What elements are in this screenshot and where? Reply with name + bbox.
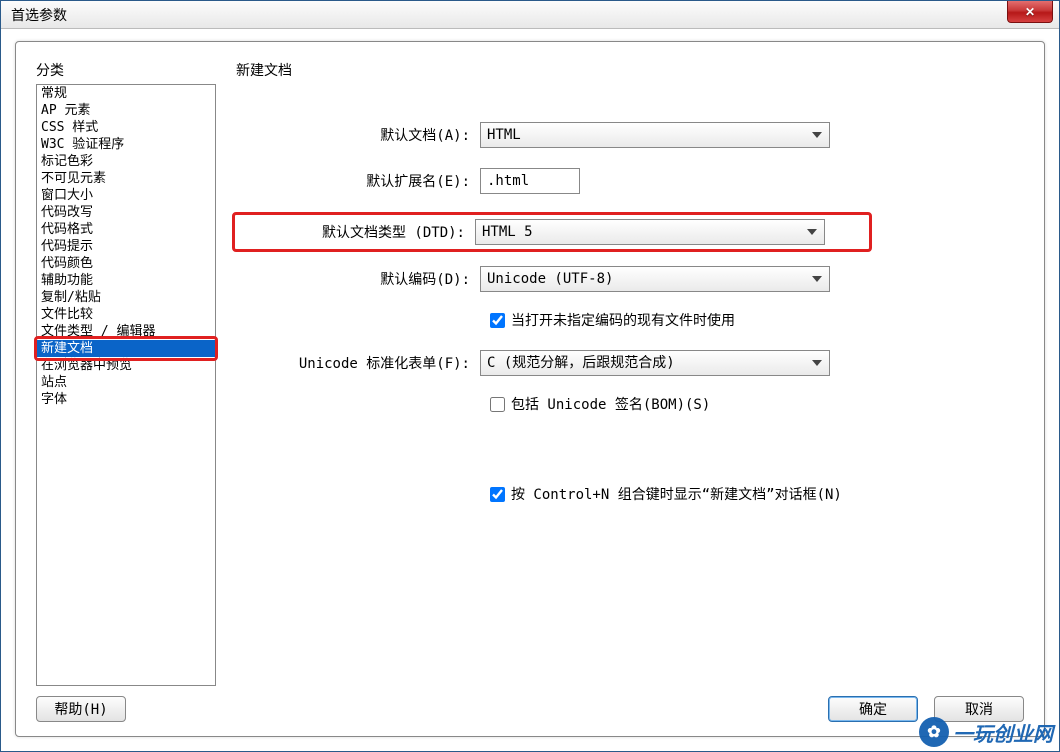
unicode-normalization-select[interactable]: C (规范分解，后跟规范合成) bbox=[480, 350, 830, 376]
category-item[interactable]: 代码提示 bbox=[37, 238, 215, 255]
category-list[interactable]: 常规AP 元素CSS 样式W3C 验证程序标记色彩不可见元素窗口大小代码改写代码… bbox=[36, 84, 216, 686]
category-item[interactable]: 复制/粘贴 bbox=[37, 289, 215, 306]
category-item[interactable]: 代码改写 bbox=[37, 204, 215, 221]
dialog-content: 分类 常规AP 元素CSS 样式W3C 验证程序标记色彩不可见元素窗口大小代码改… bbox=[15, 41, 1045, 737]
titlebar: 首选参数 ✕ bbox=[1, 1, 1059, 29]
category-item[interactable]: 在浏览器中预览 bbox=[37, 357, 215, 374]
button-row: 帮助(H) 确定 取消 bbox=[36, 686, 1024, 722]
category-item[interactable]: 不可见元素 bbox=[37, 170, 215, 187]
label-default-encoding: 默认编码(D): bbox=[236, 269, 480, 289]
include-bom-label: 包括 Unicode 签名(BOM)(S) bbox=[511, 394, 710, 414]
default-encoding-select[interactable]: Unicode (UTF-8) bbox=[480, 266, 830, 292]
show-new-doc-checkbox[interactable] bbox=[490, 487, 505, 502]
form-area: 默认文档(A): HTML 默认扩展名(E): bbox=[236, 84, 1024, 686]
category-item[interactable]: 字体 bbox=[37, 391, 215, 408]
window-title: 首选参数 bbox=[11, 5, 67, 25]
category-panel: 分类 常规AP 元素CSS 样式W3C 验证程序标记色彩不可见元素窗口大小代码改… bbox=[36, 60, 216, 686]
category-item[interactable]: 站点 bbox=[37, 374, 215, 391]
preferences-window: 首选参数 ✕ 分类 常规AP 元素CSS 样式W3C 验证程序标记色彩不可见元素… bbox=[0, 0, 1060, 752]
default-dtd-select[interactable]: HTML 5 bbox=[475, 219, 825, 245]
label-unicode-form: Unicode 标准化表单(F): bbox=[236, 353, 480, 373]
cancel-button[interactable]: 取消 bbox=[934, 696, 1024, 722]
highlight-annotation-dtd: 默认文档类型 (DTD): HTML 5 bbox=[232, 212, 872, 252]
use-encoding-checkbox[interactable] bbox=[490, 313, 505, 328]
category-header: 分类 bbox=[36, 60, 216, 80]
use-encoding-label: 当打开未指定编码的现有文件时使用 bbox=[511, 310, 735, 330]
close-button[interactable]: ✕ bbox=[1007, 1, 1053, 23]
category-item[interactable]: 代码颜色 bbox=[37, 255, 215, 272]
close-icon: ✕ bbox=[1025, 5, 1035, 19]
category-item[interactable]: 文件类型 / 编辑器 bbox=[37, 323, 215, 340]
label-default-doc: 默认文档(A): bbox=[236, 125, 480, 145]
include-bom-checkbox[interactable] bbox=[490, 397, 505, 412]
category-item[interactable]: W3C 验证程序 bbox=[37, 136, 215, 153]
help-button[interactable]: 帮助(H) bbox=[36, 696, 126, 722]
category-item[interactable]: 常规 bbox=[37, 85, 215, 102]
ok-button[interactable]: 确定 bbox=[828, 696, 918, 722]
category-item[interactable]: AP 元素 bbox=[37, 102, 215, 119]
default-document-select[interactable]: HTML bbox=[480, 122, 830, 148]
category-item[interactable]: 文件比较 bbox=[37, 306, 215, 323]
show-new-doc-label: 按 Control+N 组合键时显示“新建文档”对话框(N) bbox=[511, 484, 842, 504]
label-default-ext: 默认扩展名(E): bbox=[236, 171, 480, 191]
settings-header: 新建文档 bbox=[236, 60, 1024, 80]
category-item[interactable]: 代码格式 bbox=[37, 221, 215, 238]
category-item[interactable]: CSS 样式 bbox=[37, 119, 215, 136]
category-item[interactable]: 标记色彩 bbox=[37, 153, 215, 170]
category-item[interactable]: 新建文档 bbox=[37, 340, 215, 357]
label-default-dtd: 默认文档类型 (DTD): bbox=[235, 222, 475, 242]
settings-panel: 新建文档 默认文档(A): HTML 默认扩展名(E): bbox=[236, 60, 1024, 686]
default-extension-input[interactable] bbox=[480, 168, 580, 194]
category-item[interactable]: 窗口大小 bbox=[37, 187, 215, 204]
category-item[interactable]: 辅助功能 bbox=[37, 272, 215, 289]
